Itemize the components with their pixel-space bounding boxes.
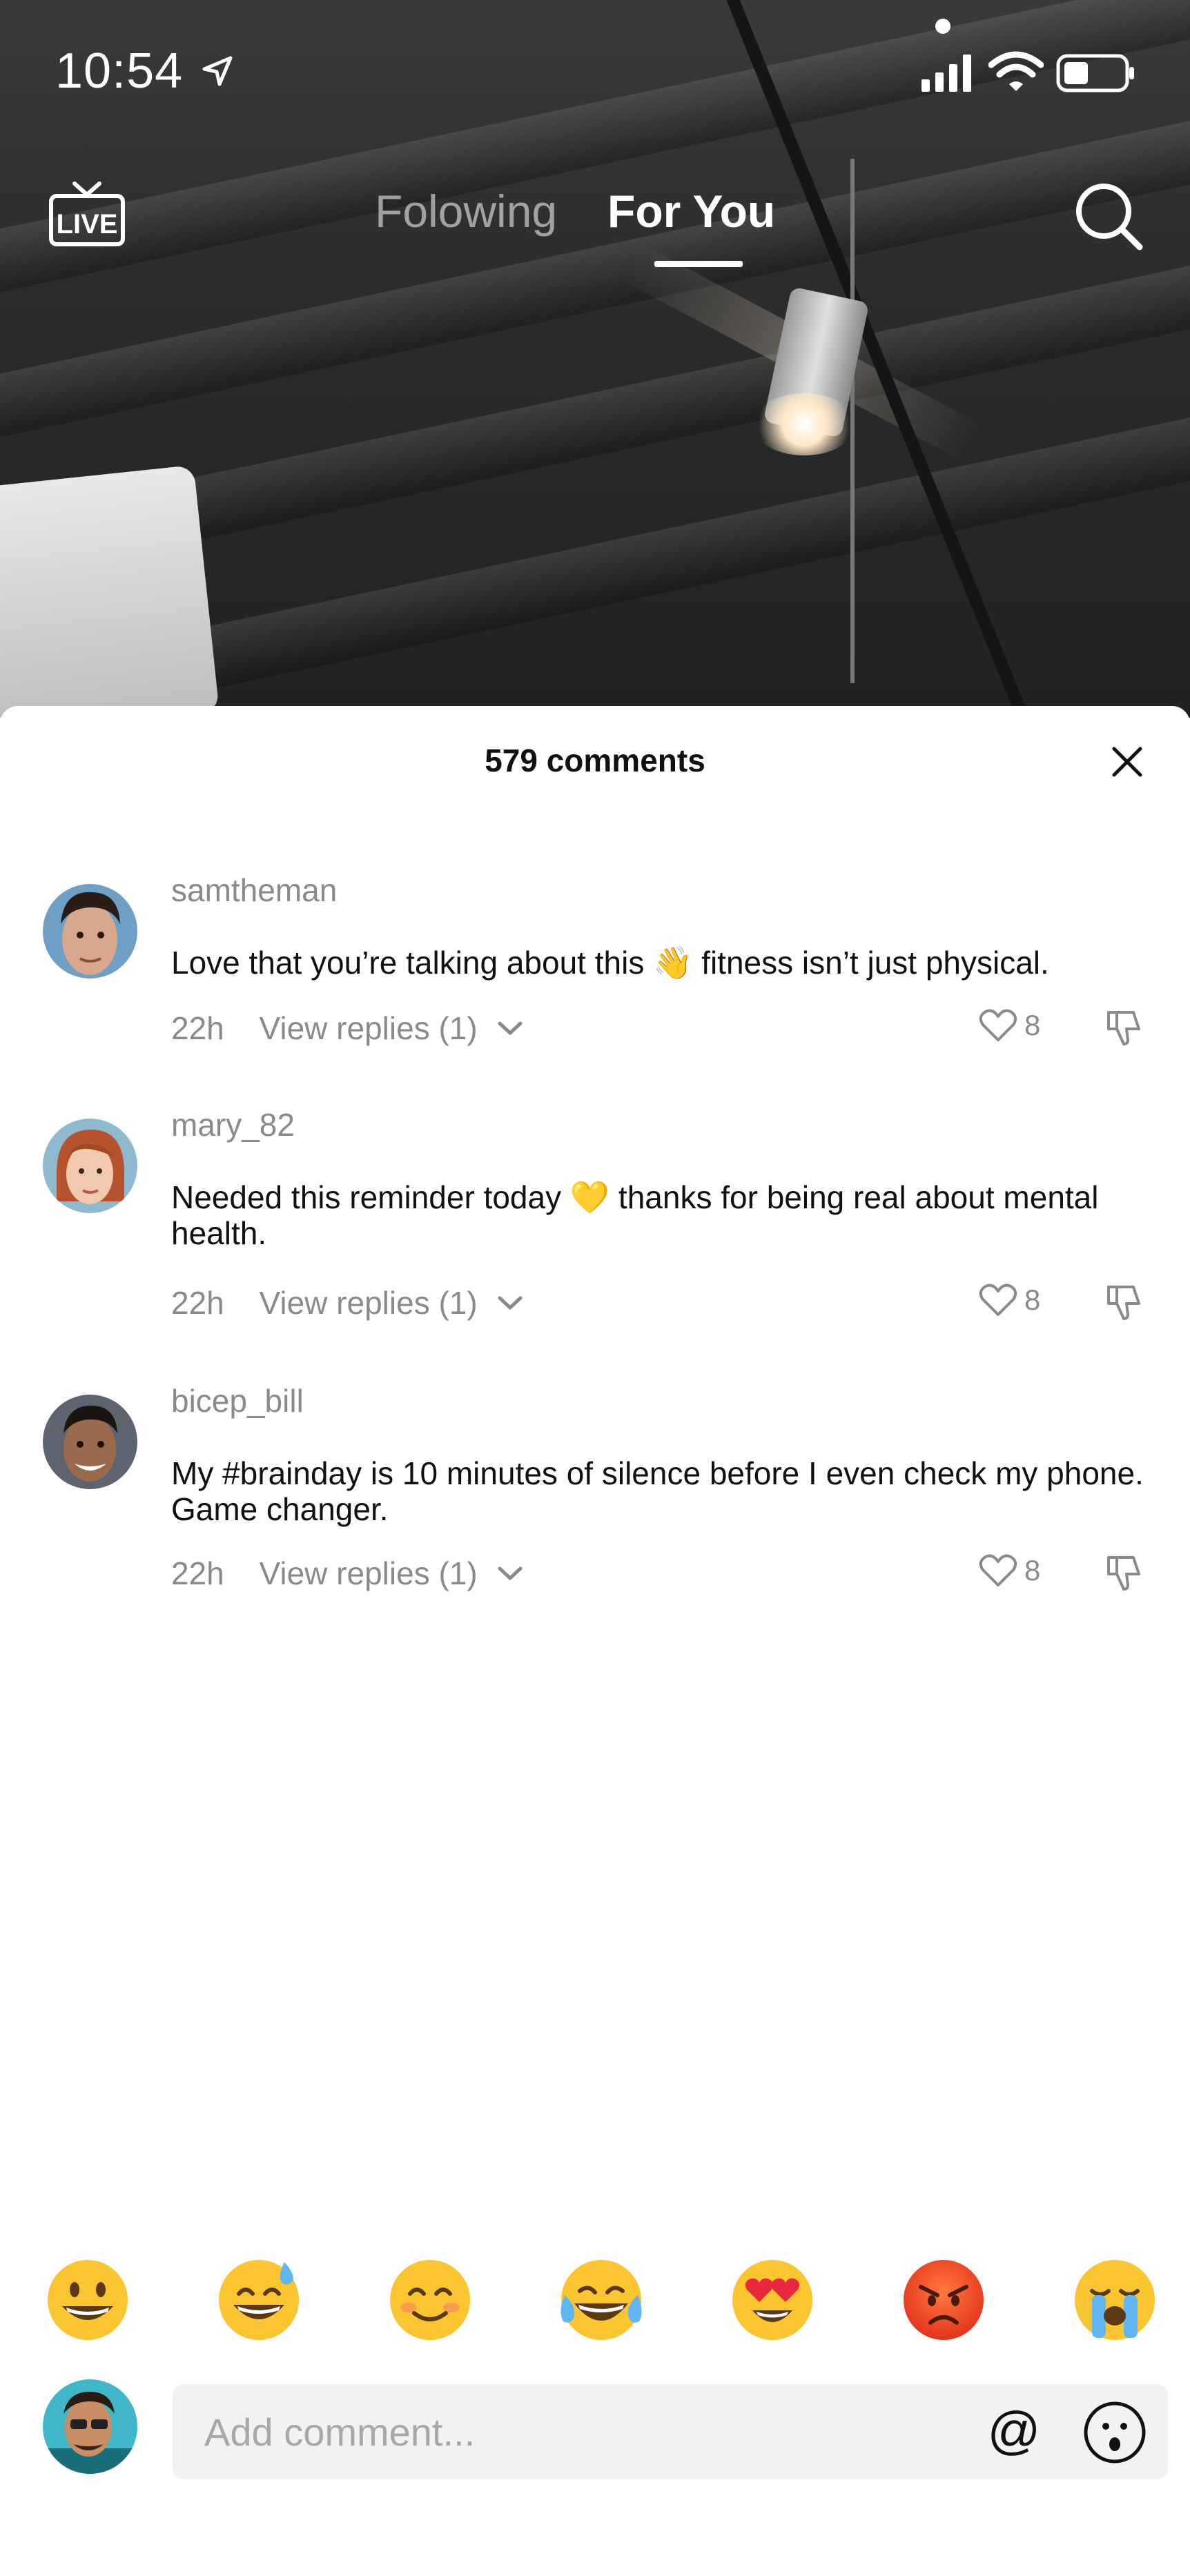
live-tv-icon[interactable]: LIVE	[48, 181, 126, 248]
comment-text: Love that you’re talking about this 👋 fi…	[171, 945, 1049, 981]
live-label: LIVE	[57, 209, 118, 239]
comments-count-title: 579 comments	[485, 743, 705, 778]
grinning-face-emoji-button[interactable]	[44, 2257, 131, 2343]
location-arrow-icon	[202, 56, 233, 86]
thumbs-down-icon[interactable]	[1104, 1283, 1143, 1321]
search-icon[interactable]	[1073, 181, 1144, 251]
comment-text: Needed this reminder today 💛 thanks for …	[171, 1179, 1099, 1251]
status-bar: 10:54	[0, 0, 1190, 138]
like-button[interactable]: 8	[979, 1008, 1040, 1043]
tab-following[interactable]: Folowing	[375, 185, 557, 237]
comment-username[interactable]: samtheman	[171, 872, 337, 909]
current-user-avatar[interactable]	[43, 2379, 137, 2474]
cellular-signal-icon	[921, 55, 971, 92]
like-count: 8	[1024, 1009, 1041, 1041]
lamp-glow	[752, 393, 856, 455]
comment-username[interactable]: bicep_bill	[171, 1382, 304, 1419]
loudly-crying-emoji-button[interactable]	[1071, 2257, 1158, 2343]
chevron-down-icon	[498, 1566, 523, 1580]
heart-icon	[979, 1554, 1017, 1586]
tab-for-you[interactable]: For You	[607, 185, 775, 237]
status-time: 10:54	[55, 43, 184, 99]
chevron-down-icon	[498, 1296, 523, 1310]
view-replies-label: View replies (1)	[259, 1285, 478, 1321]
heart-icon	[979, 1009, 1017, 1041]
camera-indicator-dot	[935, 19, 950, 34]
view-replies-label: View replies (1)	[259, 1555, 478, 1591]
emoji-picker-icon[interactable]	[1082, 2400, 1147, 2465]
mention-at-icon[interactable]: @	[986, 2404, 1042, 2461]
comment-meta: 22h View replies (1)	[171, 1555, 525, 1592]
comment-username[interactable]: mary_82	[171, 1106, 295, 1143]
like-count: 8	[1024, 1554, 1041, 1586]
battery-icon	[1056, 54, 1134, 92]
chevron-down-icon	[498, 1021, 523, 1035]
comment-timestamp: 22h	[171, 1555, 224, 1591]
tears-of-joy-emoji-button[interactable]	[558, 2257, 645, 2343]
avatar[interactable]	[43, 1395, 137, 1489]
comment-timestamp: 22h	[171, 1285, 224, 1321]
comment-meta: 22h View replies (1)	[171, 1010, 525, 1047]
emoji-quick-bar	[0, 2257, 1190, 2353]
close-icon[interactable]	[1110, 745, 1144, 779]
view-replies-label: View replies (1)	[259, 1010, 478, 1046]
avatar[interactable]	[43, 1119, 137, 1213]
comment-timestamp: 22h	[171, 1010, 224, 1046]
wifi-icon	[988, 51, 1044, 91]
avatar[interactable]	[43, 884, 137, 979]
like-count: 8	[1024, 1284, 1041, 1316]
view-replies-button[interactable]: View replies (1)	[260, 1555, 525, 1592]
air-conditioner	[0, 464, 220, 718]
smiling-face-emoji-button[interactable]	[387, 2257, 474, 2343]
like-button[interactable]: 8	[979, 1553, 1040, 1588]
like-button[interactable]: 8	[979, 1283, 1040, 1317]
thumbs-down-icon[interactable]	[1104, 1553, 1143, 1592]
comment-text: My #brainday is 10 minutes of silence be…	[171, 1455, 1144, 1527]
angry-face-emoji-button[interactable]	[900, 2257, 987, 2343]
sweat-smile-emoji-button[interactable]	[215, 2257, 302, 2343]
heart-icon	[979, 1284, 1017, 1316]
heart-eyes-emoji-button[interactable]	[729, 2257, 816, 2343]
active-tab-indicator	[654, 261, 743, 267]
comment-meta: 22h View replies (1)	[171, 1284, 525, 1321]
view-replies-button[interactable]: View replies (1)	[260, 1284, 525, 1321]
thumbs-down-icon[interactable]	[1104, 1008, 1143, 1047]
at-symbol: @	[987, 2404, 1040, 2460]
view-replies-button[interactable]: View replies (1)	[260, 1010, 525, 1047]
